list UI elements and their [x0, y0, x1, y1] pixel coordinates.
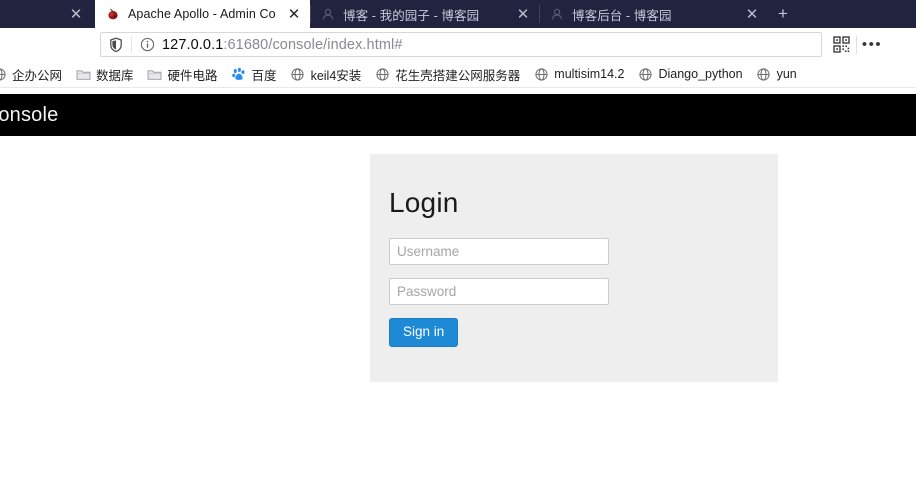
- tab-close-icon[interactable]: ✕: [513, 4, 533, 24]
- bookmark-label: 企办公网: [12, 68, 63, 83]
- tab-item-blog-backend[interactable]: 博客后台 - 博客园 ✕: [539, 0, 768, 28]
- password-input[interactable]: [389, 278, 609, 305]
- address-bar-path: :61680/console/index.html#: [223, 36, 403, 53]
- bookmark-item-3[interactable]: 百度: [226, 63, 282, 85]
- globe-icon: [756, 66, 772, 82]
- globe-icon: [637, 66, 653, 82]
- bookmark-label: Diango_python: [658, 67, 743, 81]
- toolbar-actions: •••: [828, 32, 885, 58]
- bookmark-item-1[interactable]: 数据库: [70, 63, 139, 85]
- bookmark-item-2[interactable]: 硬件电路: [142, 63, 223, 85]
- address-bar-host: 127.0.0.1: [162, 36, 224, 53]
- tab-title: 博客后台 - 博客园: [572, 8, 672, 23]
- tab-close-icon[interactable]: ✕: [66, 4, 86, 24]
- tab-item-0-partial[interactable]: ✕: [0, 0, 95, 28]
- globe-icon: [374, 66, 390, 82]
- apollo-icon: [105, 6, 121, 22]
- address-bar-text[interactable]: 127.0.0.1:61680/console/index.html#: [162, 37, 403, 53]
- browser-menu-button[interactable]: •••: [859, 32, 885, 58]
- tab-title: Apache Apollo - Admin Con: [128, 7, 276, 21]
- bookmark-item-5[interactable]: 花生壳搭建公网服务器: [369, 63, 525, 85]
- folder-icon: [147, 66, 163, 82]
- bookmark-label: multisim14.2: [554, 67, 625, 81]
- bookmark-label: 数据库: [96, 68, 134, 83]
- page-viewport: ollo Console Login Sign in: [0, 88, 916, 500]
- bookmark-item-7[interactable]: Diango_python: [632, 63, 747, 85]
- new-tab-button[interactable]: +: [768, 0, 798, 28]
- globe-icon: [290, 66, 306, 82]
- tab-strip-empty-area: [798, 0, 916, 28]
- browser-window: ✕ Apache Apollo - Admin Con ✕ 博客 - 我的园子 …: [0, 0, 916, 500]
- bookmark-item-0[interactable]: 企办公网: [0, 63, 67, 85]
- bookmark-label: yun: [776, 67, 797, 81]
- page-title: ollo Console: [0, 103, 59, 126]
- bookmark-label: 百度: [251, 68, 277, 83]
- cnblogs-icon: [549, 6, 565, 22]
- bookmark-label: 花生壳搭建公网服务器: [395, 68, 521, 83]
- bookmark-item-6[interactable]: multisim14.2: [528, 63, 629, 85]
- navigation-toolbar: 127.0.0.1:61680/console/index.html# •••: [0, 28, 916, 61]
- qr-code-icon[interactable]: [828, 32, 854, 58]
- bookmark-label: keil4安装: [310, 68, 362, 83]
- tab-item-apache-apollo[interactable]: Apache Apollo - Admin Con ✕: [95, 0, 310, 28]
- login-panel: Login Sign in: [370, 154, 778, 382]
- shield-icon[interactable]: [101, 37, 131, 53]
- sign-in-button[interactable]: Sign in: [389, 318, 459, 347]
- username-input[interactable]: [389, 238, 609, 265]
- tab-title: 博客 - 我的园子 - 博客园: [343, 8, 480, 23]
- folder-icon: [75, 66, 91, 82]
- globe-icon: [533, 66, 549, 82]
- bookmark-item-4[interactable]: keil4安装: [285, 63, 367, 85]
- toolbar-divider: [856, 35, 857, 54]
- bookmark-item-8[interactable]: yun: [751, 63, 802, 85]
- bookmarks-bar: 企办公网 数据库 硬件电路 百度 keil4安装 花生壳搭建公网服务器 mult…: [0, 61, 916, 88]
- tab-close-icon[interactable]: ✕: [284, 4, 304, 24]
- apollo-navbar: ollo Console: [0, 94, 916, 136]
- ellipsis-icon: •••: [861, 36, 883, 53]
- login-heading: Login: [389, 187, 459, 218]
- globe-icon: [0, 66, 7, 82]
- tab-item-blog-my-garden[interactable]: 博客 - 我的园子 - 博客园 ✕: [310, 0, 539, 28]
- tab-strip: ✕ Apache Apollo - Admin Con ✕ 博客 - 我的园子 …: [0, 0, 916, 28]
- tab-close-icon[interactable]: ✕: [742, 4, 762, 24]
- baidu-icon: [231, 66, 247, 82]
- cnblogs-icon: [320, 6, 336, 22]
- login-form: Sign in: [389, 238, 778, 347]
- info-icon[interactable]: [132, 37, 162, 52]
- bookmark-label: 硬件电路: [167, 68, 218, 83]
- address-bar[interactable]: 127.0.0.1:61680/console/index.html#: [100, 32, 822, 57]
